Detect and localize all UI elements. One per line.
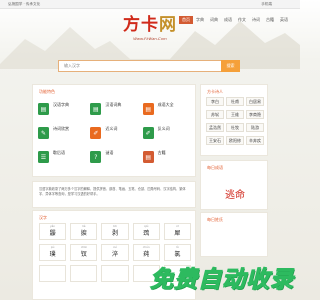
char-glyph: 捩 (80, 230, 87, 237)
top-bar: 弘扬国学 · 传承文化 手机端 (0, 0, 300, 9)
char-glyph: 莼 (143, 251, 150, 258)
book-icon: ▤ (90, 103, 102, 115)
poet-item[interactable]: 孟浩然 (206, 123, 224, 132)
book-icon: ▤ (38, 103, 49, 115)
idiom-panel: 每日成语 逃命 (200, 160, 268, 210)
char-cell[interactable]: liè 捩 (70, 223, 98, 240)
feature-label: 汉语词典 (105, 102, 122, 107)
feature-label: 歇后语 (53, 150, 65, 155)
feature-item[interactable]: ? 谜语 (90, 150, 140, 170)
features-panel: 功能特色 ▤ 汉语字典 ▤ 汉语词典 ▤ 成语大全 ✎ 诗词欣赏 ✐ 近义词 ✐ 反义词 ☰ 歇后语? 谜语… (32, 84, 196, 177)
feature-item[interactable]: ▤ 汉语字典 (38, 102, 88, 122)
feature-label: 谜语 (105, 150, 114, 155)
poet-item[interactable]: 李白 (206, 97, 224, 106)
char-cell[interactable]: chāi 钗 (70, 244, 98, 261)
logo-accent: 网 (159, 15, 177, 35)
poet-item[interactable]: 王安石 (206, 136, 224, 145)
top-bar-links[interactable]: 弘扬国学 · 传承文化 (8, 2, 40, 7)
feature-label: 近义词 (105, 126, 118, 131)
idiom-title: 每日成语 (207, 165, 223, 170)
features-title: 功能特色 (39, 89, 55, 94)
char-cell[interactable] (101, 265, 129, 282)
book-icon: ▤ (142, 151, 154, 163)
site-logo[interactable]: 方卡网 Www.FkWan.Com (115, 16, 185, 48)
nav-classics[interactable]: 古籍 (263, 16, 277, 24)
poets-title: 方卡诗人 (207, 89, 223, 94)
logo-main: 方卡 (123, 15, 159, 35)
char-cell[interactable] (70, 265, 98, 282)
char-cell[interactable]: qiú 巯 (132, 223, 160, 240)
feature-label: 汉语字典 (53, 102, 69, 107)
book-icon: ▤ (142, 103, 154, 115)
char-cell[interactable] (39, 265, 67, 282)
logo-url: Www.FkWan.Com (133, 36, 167, 41)
intro-panel: 汉语字典收录了两万多个汉字的解释，提供拼音、部首、笔画、五笔、仓颉、四角号码、汉… (32, 181, 196, 208)
mobile-link[interactable]: 手机端 (261, 2, 272, 7)
search-button[interactable]: 搜索 (221, 60, 240, 72)
feature-item[interactable]: ▤ 汉语词典 (90, 102, 140, 122)
scroll-icon: ✎ (38, 127, 49, 139)
char-glyph: 璞 (49, 251, 56, 258)
char-cell[interactable]: chún 莼 (132, 244, 160, 261)
feature-label: 古籍 (157, 150, 166, 155)
nav-essays[interactable]: 作文 (235, 16, 249, 24)
char-cell[interactable]: yǎn 鼹 (39, 223, 67, 240)
poet-item[interactable]: 陆游 (246, 123, 264, 132)
char-cell[interactable]: pú 璞 (39, 244, 67, 261)
poets-grid: 李白 杜甫 白居易苏轼 王维 李商隐孟浩然 杜牧 陆游王安石 欧阳修 辛弃疾 (206, 97, 264, 145)
surname-title: 每日姓氏 (207, 217, 223, 222)
poets-panel: 方卡诗人 李白 杜甫 白居易苏轼 王维 李商隐孟浩然 杜牧 陆游王安石 欧阳修 辛弃疾 (200, 84, 268, 156)
poet-item[interactable]: 杜牧 (226, 123, 244, 132)
char-cell[interactable]: bō 剥 (101, 223, 129, 240)
feature-item[interactable]: ✎ 诗词欣赏 (38, 126, 88, 146)
nav-dictionary[interactable]: 字典 (193, 16, 207, 24)
nav-poetry[interactable]: 诗词 (249, 16, 263, 24)
poet-item[interactable]: 苏轼 (206, 110, 224, 119)
chars-title: 汉字 (39, 215, 47, 220)
watermark: 免费自动收录 (150, 267, 294, 294)
search-bar: 输入汉字 搜索 (58, 60, 240, 72)
feature-item[interactable]: ✐ 反义词 (142, 126, 193, 146)
char-glyph: 淬 (111, 251, 118, 258)
pen-icon: ✐ (142, 127, 154, 139)
feature-item[interactable]: ▤ 古籍 (142, 150, 193, 170)
char-cell[interactable]: xī 犀 (163, 223, 191, 240)
features-grid: ▤ 汉语字典 ▤ 汉语词典 ▤ 成语大全 ✎ 诗词欣赏 ✐ 近义词 ✐ 反义词 ☰ 歇后语? 谜语 ▤ 古籍 (38, 102, 193, 170)
feature-label: 成语大全 (157, 102, 174, 107)
char-glyph: 鼹 (49, 230, 56, 237)
poet-item[interactable]: 白居易 (246, 97, 264, 106)
chat-icon: ☰ (38, 151, 49, 163)
poet-item[interactable]: 李商隐 (246, 110, 264, 119)
char-cell[interactable]: cuì 淬 (101, 244, 129, 261)
idiom-of-day[interactable]: 逃命 (201, 186, 269, 201)
poet-item[interactable]: 王维 (226, 110, 244, 119)
puzzle-icon: ? (90, 151, 102, 163)
char-cell[interactable]: lǜ 氯 (163, 244, 191, 261)
char-glyph: 犀 (174, 230, 181, 237)
char-glyph: 钗 (80, 251, 87, 258)
feature-label: 诗词欣赏 (53, 126, 69, 131)
char-glyph: 巯 (143, 230, 150, 237)
intro-text: 汉语字典收录了两万多个汉字的解释，提供拼音、部首、笔画、五笔、仓颉、四角号码、汉… (39, 187, 186, 196)
nav-english[interactable]: 英语 (277, 16, 291, 24)
main-nav: 首页 字典 词典 成语 作文 诗词 古籍 英语 (179, 16, 291, 24)
search-input[interactable]: 输入汉字 (58, 60, 221, 72)
pen-icon: ✐ (90, 127, 102, 139)
feature-item[interactable]: ✐ 近义词 (90, 126, 140, 146)
poet-item[interactable]: 辛弃疾 (246, 136, 264, 145)
surname-panel: 每日姓氏 (200, 212, 268, 257)
feature-label: 反义词 (157, 126, 170, 131)
char-glyph: 剥 (111, 230, 118, 237)
poet-item[interactable]: 欧阳修 (226, 136, 244, 145)
feature-item[interactable]: ▤ 成语大全 (142, 102, 193, 122)
nav-idioms[interactable]: 成语 (221, 16, 235, 24)
poet-item[interactable]: 杜甫 (226, 97, 244, 106)
char-glyph: 氯 (174, 251, 181, 258)
nav-home[interactable]: 首页 (179, 16, 193, 24)
feature-item[interactable]: ☰ 歇后语 (38, 150, 88, 170)
nav-words[interactable]: 词典 (207, 16, 221, 24)
